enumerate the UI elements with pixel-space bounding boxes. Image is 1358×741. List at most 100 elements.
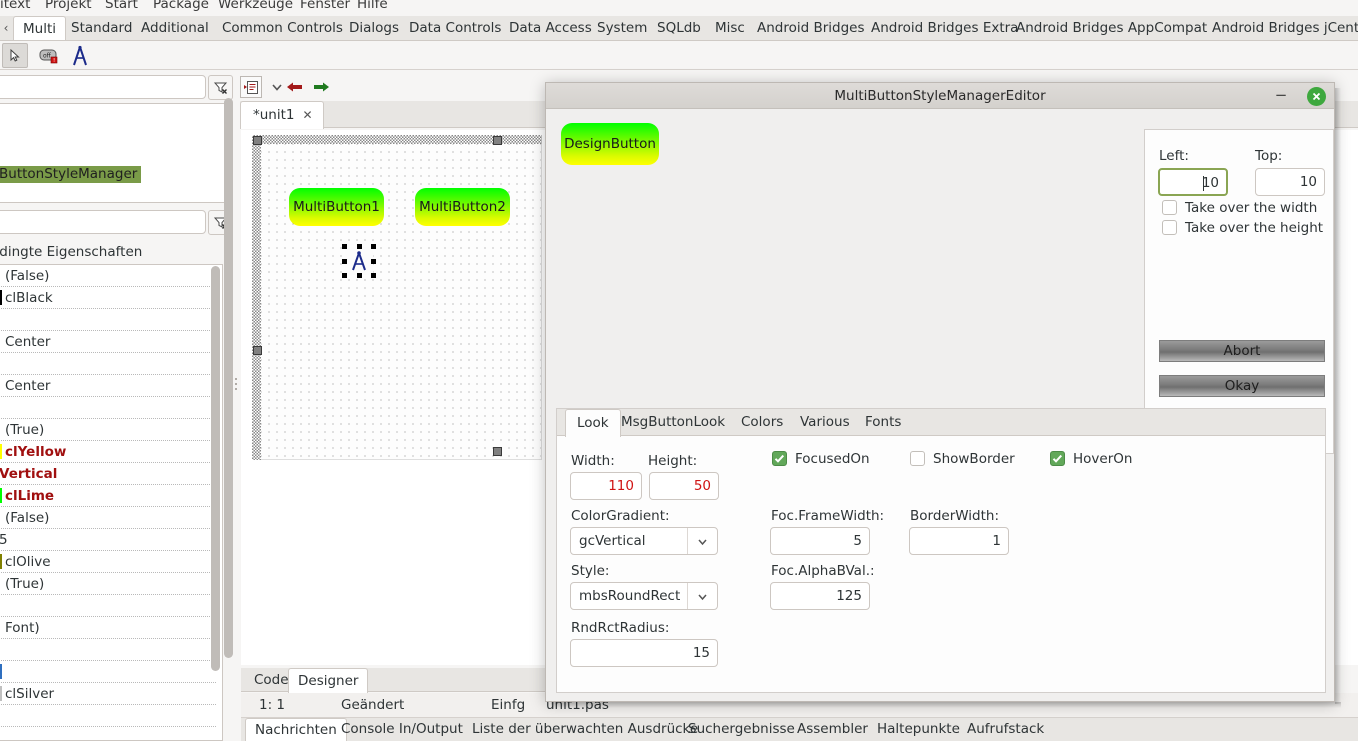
property-row[interactable]: Center — [0, 375, 216, 397]
property-row[interactable]: clYellow — [0, 441, 216, 463]
menu-item-start[interactable]: Start — [105, 0, 138, 12]
style-select[interactable]: mbsRoundRect — [570, 582, 718, 610]
multi-button-1[interactable]: MultiButton1 — [289, 188, 384, 226]
menu-item-package[interactable]: Package — [153, 0, 209, 12]
property-row[interactable] — [0, 595, 216, 617]
tab-fonts[interactable]: Fonts — [854, 409, 912, 437]
tab-call-stack[interactable]: Aufrufstack — [958, 718, 1053, 741]
navigate-back-arrow[interactable] — [284, 76, 306, 98]
tab-assembler[interactable]: Assembler — [788, 718, 877, 741]
width-input[interactable]: 110 — [570, 472, 642, 500]
editor-tab-unit1[interactable]: *unit1 ✕ — [240, 101, 324, 129]
palette-tab-android-bridges-jcenter[interactable]: Android Bridges jCenter — [1203, 16, 1358, 40]
show-border-checkbox[interactable] — [910, 451, 925, 466]
component-handle[interactable] — [371, 244, 376, 249]
property-row[interactable] — [0, 309, 216, 331]
pane-splitter-handle[interactable] — [234, 375, 238, 397]
property-row[interactable] — [0, 397, 216, 419]
take-over-height-checkbox[interactable] — [1162, 220, 1177, 235]
menu-item-hilfe[interactable]: Hilfe — [357, 0, 388, 12]
navigate-forward-arrow[interactable] — [310, 76, 332, 98]
design-preview-button[interactable]: DesignButton — [561, 123, 659, 165]
property-row[interactable] — [0, 639, 216, 661]
object-inspector-property-grid[interactable]: (False) clBlack Center Center (True) clY… — [0, 264, 223, 741]
tab-designer[interactable]: Designer — [288, 668, 369, 693]
menu-item-fenster[interactable]: Fenster — [300, 0, 350, 12]
palette-tab-data-access[interactable]: Data Access — [500, 16, 601, 40]
multibutton-tool[interactable] — [67, 43, 93, 68]
object-inspector-component-tree[interactable]: ButtonStyleManager — [0, 103, 232, 203]
property-row[interactable] — [0, 353, 216, 375]
property-row[interactable]: (False) — [0, 507, 216, 529]
object-inspector-clear-filter-button[interactable] — [208, 75, 233, 100]
okay-button[interactable]: Okay — [1159, 375, 1325, 397]
component-handle[interactable] — [356, 273, 362, 278]
property-row[interactable]: clBlack — [0, 287, 216, 309]
property-row[interactable]: Font) — [0, 617, 216, 639]
color-gradient-select[interactable]: gcVertical — [570, 527, 718, 555]
tab-watch-list[interactable]: Liste der überwachten Ausdrücke — [463, 718, 707, 741]
palette-tab-standard[interactable]: Standard — [62, 16, 141, 40]
palette-tab-additional[interactable]: Additional — [132, 16, 218, 40]
form-resize-grip-bottomright[interactable] — [493, 447, 502, 456]
chevron-down-icon[interactable] — [687, 528, 717, 554]
rnd-rct-radius-input[interactable]: 15 — [570, 639, 718, 667]
take-over-width-checkbox[interactable] — [1162, 200, 1177, 215]
dialog-title-bar[interactable]: MultiButtonStyleManagerEditor − — [546, 83, 1334, 109]
component-handle[interactable] — [371, 258, 376, 264]
palette-scroll-left-icon[interactable]: ‹ — [0, 16, 12, 40]
show-form-units-button[interactable] — [240, 76, 262, 98]
select-pointer-tool[interactable] — [2, 43, 28, 68]
property-row[interactable]: Center — [0, 331, 216, 353]
tab-various[interactable]: Various — [789, 409, 861, 437]
property-row[interactable] — [0, 661, 216, 683]
close-icon[interactable]: ✕ — [303, 108, 313, 122]
tab-search-results[interactable]: Suchergebnisse — [679, 718, 804, 741]
scrollbar-thumb[interactable] — [211, 266, 220, 671]
form-resize-grip-topright[interactable] — [493, 136, 502, 145]
multi-button-2[interactable]: MultiButton2 — [415, 188, 510, 226]
property-row[interactable]: (False) — [0, 265, 216, 287]
tab-colors[interactable]: Colors — [730, 409, 794, 437]
palette-tab-common-controls[interactable]: Common Controls — [213, 16, 352, 40]
height-input[interactable]: 50 — [649, 472, 719, 500]
component-handle[interactable] — [342, 244, 347, 249]
foc-alpha-input[interactable]: 125 — [770, 582, 870, 610]
palette-tab-sqldb[interactable]: SQLdb — [648, 16, 710, 40]
property-row[interactable]: clLime — [0, 485, 216, 507]
property-row[interactable]: clSilver — [0, 683, 216, 705]
menu-item-projekt[interactable]: Projekt — [45, 0, 92, 12]
close-icon[interactable] — [1307, 87, 1326, 106]
minimize-icon[interactable]: − — [1272, 87, 1290, 105]
property-grid-scrollbar[interactable] — [210, 266, 221, 686]
form-resize-grip-topleft[interactable] — [253, 136, 262, 145]
chevron-down-icon[interactable] — [687, 583, 717, 609]
menu-item-werkzeuge[interactable]: Werkzeuge — [218, 0, 293, 12]
abort-button[interactable]: Abort — [1159, 340, 1325, 362]
property-row[interactable]: clOlive — [0, 551, 216, 573]
object-inspector-search-input[interactable] — [0, 75, 206, 99]
multibutton-stylemanager-tool[interactable]: off ! — [36, 43, 62, 68]
foc-frame-width-input[interactable]: 5 — [770, 527, 870, 555]
component-handle[interactable] — [342, 273, 347, 278]
palette-tab-multi[interactable]: Multi — [13, 16, 66, 40]
object-inspector-property-search-input[interactable] — [0, 210, 206, 234]
form-resize-grip-bottomleft[interactable] — [253, 346, 262, 355]
component-handle[interactable] — [371, 273, 376, 278]
palette-tab-data-controls[interactable]: Data Controls — [400, 16, 510, 40]
tab-msgbuttonlook[interactable]: MsgButtonLook — [610, 409, 736, 437]
border-width-input[interactable]: 1 — [909, 527, 1009, 555]
palette-tab-android-bridges-appcompat[interactable]: Android Bridges AppCompat — [1007, 16, 1216, 40]
palette-tab-system[interactable]: System — [588, 16, 656, 40]
palette-tab-android-bridges-extra[interactable]: Android Bridges Extra — [862, 16, 1027, 40]
top-input[interactable]: 10 — [1255, 168, 1325, 196]
tab-console-in-output[interactable]: Console In/Output — [332, 718, 472, 741]
property-row[interactable]: (True) — [0, 419, 216, 441]
palette-tab-misc[interactable]: Misc — [706, 16, 754, 40]
component-handle[interactable] — [356, 244, 362, 249]
property-row[interactable]: Vertical — [0, 463, 216, 485]
property-row[interactable]: (True) — [0, 573, 216, 595]
focused-on-checkbox[interactable] — [772, 451, 787, 466]
tree-item-buttonstylemanager[interactable]: ButtonStyleManager — [0, 166, 142, 183]
design-form-surface[interactable] — [252, 135, 542, 460]
